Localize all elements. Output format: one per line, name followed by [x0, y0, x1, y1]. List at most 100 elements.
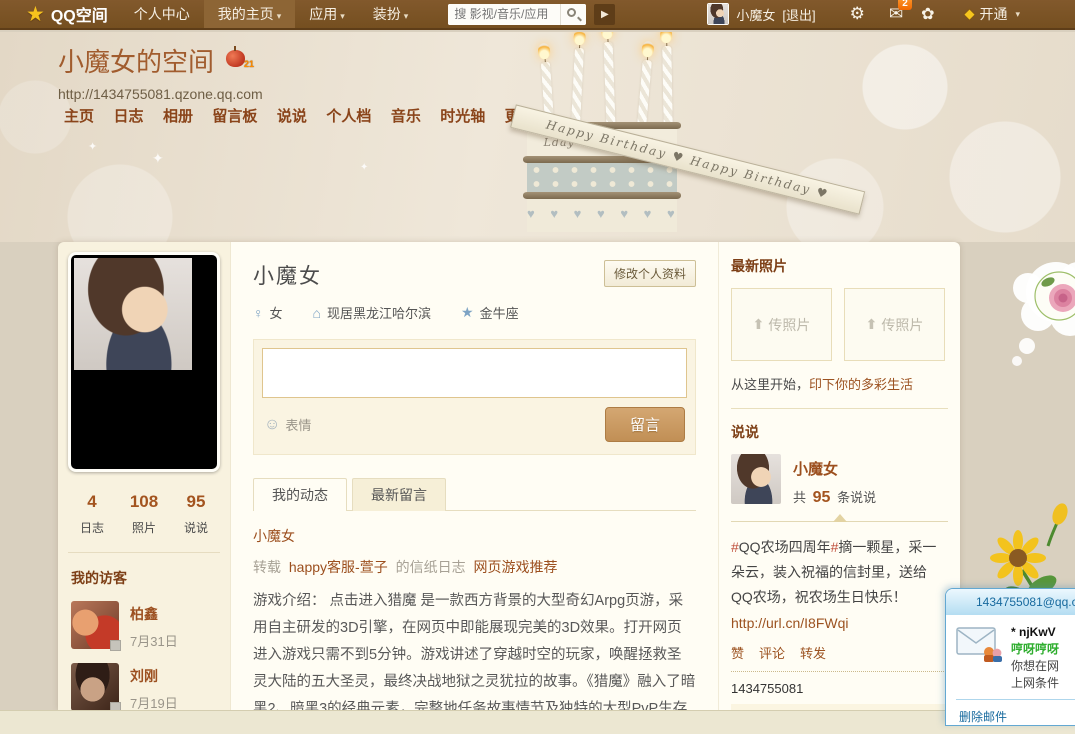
stat-shuoshuo[interactable]: 95 说说	[170, 492, 222, 536]
nav-item-label: 我的主页	[218, 6, 274, 22]
gender-female-icon: ♀	[253, 305, 264, 321]
candle-flame	[641, 41, 654, 58]
candle	[662, 46, 672, 126]
spool-band-dots	[527, 163, 677, 192]
divider	[68, 552, 220, 553]
space-url: http://1434755081.qzone.qq.com	[58, 86, 263, 102]
visitor-row: 刘刚 7月19日	[71, 663, 230, 710]
profile-info-row: ♀ 女 ⌂ 现居黑龙江哈尔滨 ★ 金牛座	[253, 303, 696, 322]
delete-mail-link[interactable]: 删除邮件	[946, 700, 1075, 725]
shuoshuo-name-link[interactable]: 小魔女	[793, 458, 876, 479]
profile-photo[interactable]	[68, 252, 220, 472]
leave-message-button[interactable]: 留言	[605, 407, 685, 442]
menu-item-guestbook[interactable]: 留言板	[212, 105, 257, 126]
guestbook-actions: ☺ 表情 留言	[262, 407, 687, 446]
nav-item-my-homepage[interactable]: 我的主页▾	[204, 0, 296, 28]
apple-badge: 21	[244, 59, 254, 69]
menu-item-shuoshuo[interactable]: 说说	[277, 105, 307, 126]
mail-notification-popup: 1434755081@qq.com * njKwV 哼呀哼呀 你想在网 上网条件…	[945, 588, 1075, 726]
page-title: 小魔女的空间	[58, 42, 214, 79]
hint-text: 从这里开始，	[731, 377, 809, 392]
stat-value: 108	[118, 492, 170, 512]
sparkle-icon: ✦	[360, 162, 368, 173]
username-link[interactable]: 小魔女	[736, 5, 775, 24]
post-url-link[interactable]: http://url.cn/I8FWqi	[731, 611, 948, 636]
forward-link[interactable]: 转发	[800, 643, 826, 662]
divider	[731, 408, 948, 409]
pointer-up-icon	[833, 514, 847, 522]
guestbook-input[interactable]	[262, 348, 687, 398]
search-expand-button[interactable]: ▶	[594, 4, 615, 25]
candle-flame	[538, 43, 551, 60]
logout-link[interactable]: [退出]	[782, 5, 815, 24]
popup-text: * njKwV 哼呀哼呀 你想在网 上网条件	[1011, 624, 1059, 692]
hint-link[interactable]: 印下你的多彩生活	[809, 377, 913, 392]
nav-item-apps[interactable]: 应用▾	[295, 0, 359, 28]
upload-photo-button[interactable]: ⬆ 传照片	[844, 288, 945, 361]
nav-item-decorate[interactable]: 装扮▾	[359, 0, 423, 28]
edit-profile-button[interactable]: 修改个人资料	[604, 260, 696, 287]
qzone-logo[interactable]: ★ QQ空间	[26, 2, 108, 26]
feed-tabs: 我的动态 最新留言	[253, 477, 696, 511]
search-icon	[567, 8, 576, 17]
upload-photo-button[interactable]: ⬆ 传照片	[731, 288, 832, 361]
stats-row: 4 日志 108 照片 95 说说	[66, 492, 222, 536]
upgrade-vip-button[interactable]: ◆ 开通 ▾	[964, 4, 1020, 24]
visitor-avatar[interactable]	[71, 663, 119, 710]
mail-subject[interactable]: 哼呀哼呀	[1011, 641, 1059, 658]
stat-blogs[interactable]: 4 日志	[66, 492, 118, 536]
shuoshuo-count: 共 95 条说说	[793, 487, 876, 507]
hashtag: #	[731, 539, 739, 555]
mail-notification-button[interactable]: ✉ 2	[889, 4, 903, 24]
gear-icon[interactable]: ⚙	[850, 4, 865, 24]
tab-my-updates[interactable]: 我的动态	[253, 478, 347, 511]
upload-label: 传照片	[768, 315, 810, 335]
home-icon: ⌂	[313, 305, 321, 321]
menu-item-profile[interactable]: 个人档	[326, 105, 371, 126]
emoticon-button[interactable]: ☺ 表情	[264, 415, 311, 434]
feed-action-label: 转载	[253, 559, 281, 575]
count-prefix: 共	[793, 490, 806, 505]
visitor-name[interactable]: 刘刚	[130, 666, 178, 686]
stat-photos[interactable]: 108 照片	[118, 492, 170, 536]
zodiac-item: ★ 金牛座	[461, 303, 519, 322]
chevron-down-icon: ▾	[340, 11, 345, 21]
like-link[interactable]: 赞	[731, 643, 744, 662]
menu-item-home[interactable]: 主页	[64, 105, 94, 126]
visitor-date: 7月19日	[130, 693, 178, 710]
tab-latest-messages[interactable]: 最新留言	[352, 478, 446, 511]
search-button[interactable]	[560, 4, 586, 25]
menu-item-timeline[interactable]: 时光轴	[440, 105, 485, 126]
feed-body-text: 游戏介绍： 点击进入猎魔 是一款西方背景的大型奇幻Arpg页游，采用自主研发的3…	[253, 588, 696, 710]
photos-hint: 从这里开始，印下你的多彩生活	[731, 374, 948, 393]
menu-item-music[interactable]: 音乐	[391, 105, 421, 126]
count-suffix: 条说说	[837, 490, 876, 505]
count-number: 95	[810, 489, 834, 506]
shuoshuo-avatar[interactable]	[731, 454, 781, 504]
feed-source-link[interactable]: happy客服-萱子	[289, 559, 388, 575]
stat-label: 照片	[118, 519, 170, 536]
post-topic[interactable]: QQ农场四周年	[739, 539, 831, 555]
menu-item-albums[interactable]: 相册	[163, 105, 193, 126]
clover-icon[interactable]: ✿	[921, 4, 934, 24]
menu-item-blog[interactable]: 日志	[113, 105, 143, 126]
dotted-divider	[731, 671, 948, 672]
apple-icon[interactable]: 21	[226, 50, 245, 67]
search-input[interactable]	[448, 4, 560, 25]
star-logo-icon: ★	[26, 4, 45, 25]
mail-badge: 2	[898, 0, 912, 10]
visitor-avatar[interactable]	[71, 601, 119, 649]
nav-item-personal-center[interactable]: 个人中心	[120, 0, 204, 28]
feed-author-link[interactable]: 小魔女	[253, 526, 696, 546]
navbar-avatar[interactable]	[707, 3, 729, 25]
comment-link[interactable]: 评论	[759, 643, 785, 662]
rose-bubble-decoration[interactable]	[1012, 258, 1075, 383]
visitor-name[interactable]: 柏鑫	[130, 604, 178, 624]
candle-flame	[573, 32, 586, 45]
feed-title-link[interactable]: 网页游戏推荐	[473, 559, 557, 575]
upload-arrow-icon: ⬆	[866, 316, 878, 333]
gender-value: 女	[270, 303, 283, 322]
spool-rim	[523, 192, 681, 199]
footer-bar	[0, 710, 1075, 734]
location-value: 现居黑龙江哈尔滨	[327, 303, 431, 322]
